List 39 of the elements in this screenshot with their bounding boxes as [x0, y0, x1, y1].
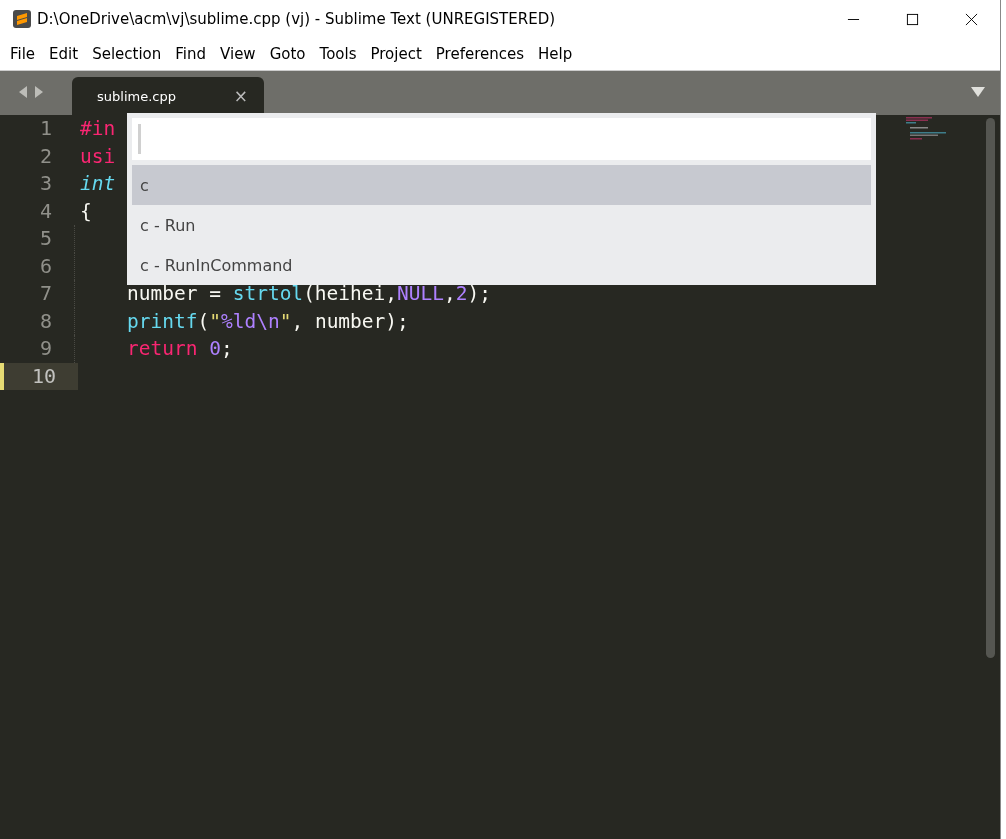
line-number: 3	[38, 170, 53, 197]
menu-item[interactable]: Edit	[49, 45, 79, 63]
code-line: {	[80, 199, 92, 223]
close-icon[interactable]	[965, 12, 978, 26]
menu-item[interactable]: View	[220, 45, 256, 63]
line-number: 7	[38, 280, 53, 307]
window-title: D:\OneDrive\acm\vj\sublime.cpp (vj) - Sublime Text (UNREGISTERED)	[37, 10, 557, 28]
line-number: 5	[38, 225, 53, 252]
line-number: 6	[38, 252, 53, 280]
code-line: #in	[80, 117, 116, 141]
palette-input-field[interactable]	[132, 118, 871, 160]
menu-item[interactable]: Tools	[319, 45, 357, 63]
line-number: 8	[38, 307, 53, 335]
dropdown-icon[interactable]	[971, 87, 985, 97]
menu-item[interactable]: Preferences	[435, 45, 525, 63]
menu-item[interactable]: Project	[370, 45, 422, 63]
line-number: 2	[38, 142, 53, 170]
line-number: 10	[0, 362, 78, 390]
line-number: 9	[38, 335, 53, 362]
menu-item[interactable]: Goto	[269, 45, 306, 63]
line-number: 1	[38, 115, 53, 142]
scrollbar[interactable]	[986, 118, 995, 658]
code-line: return 0;	[127, 337, 233, 361]
menu-item[interactable]: Help	[538, 45, 573, 63]
palette-item[interactable]: c - RunInCommand	[132, 245, 871, 285]
menu-item[interactable]: Find	[175, 45, 207, 63]
code-line: printf("%ld\n", number);	[127, 309, 409, 333]
palette-item[interactable]: c	[132, 165, 871, 205]
file-tab[interactable]: sublime.cpp ×	[72, 77, 264, 115]
palette-item[interactable]: c - Run	[132, 205, 871, 245]
code-line: int	[80, 172, 116, 196]
code-line: usi	[80, 144, 116, 168]
code-line: number = strtol(heihei,NULL,2);	[127, 282, 491, 306]
menu-item[interactable]: Selection	[92, 45, 162, 63]
menu-item[interactable]: File	[10, 45, 36, 63]
minimap-drawing	[906, 117, 946, 141]
line-number: 4	[38, 197, 53, 225]
maximize-icon[interactable]	[906, 12, 919, 26]
app-icon	[13, 10, 31, 28]
